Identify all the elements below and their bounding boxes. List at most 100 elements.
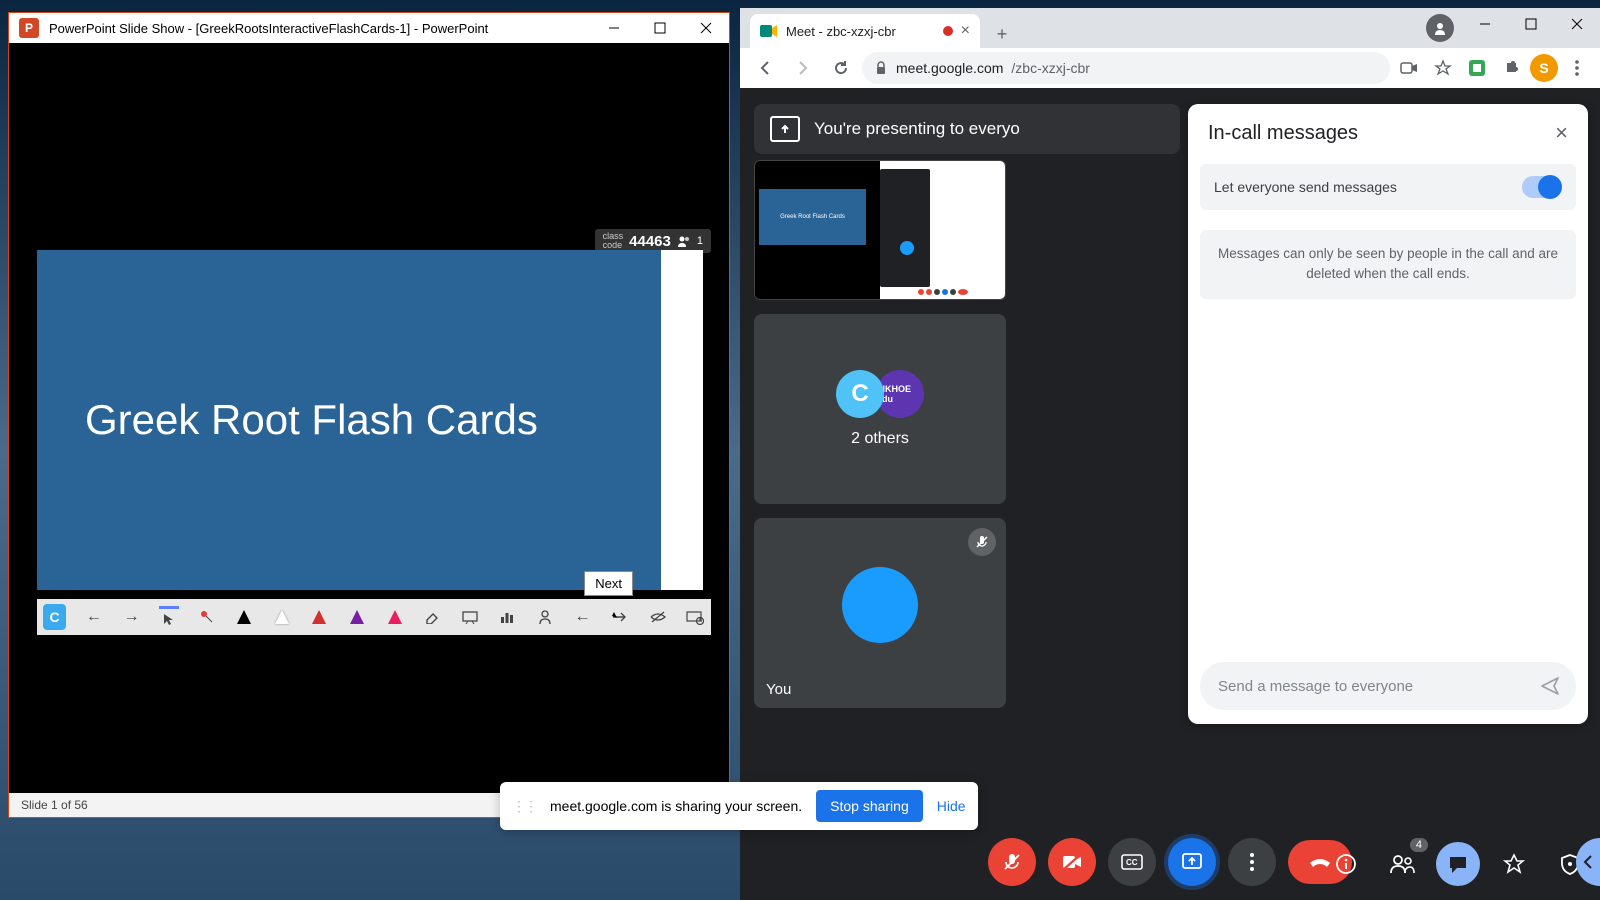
hide-tool[interactable] — [648, 606, 668, 628]
more-options-button[interactable] — [1228, 838, 1276, 886]
drag-handle-icon[interactable]: ⋮⋮ — [512, 798, 536, 815]
chat-input[interactable] — [1218, 678, 1532, 695]
restart-tool[interactable] — [685, 606, 705, 628]
new-tab-button[interactable]: + — [988, 20, 1016, 48]
chrome-profile-avatar[interactable]: S — [1530, 54, 1558, 82]
whiteboard-tool[interactable] — [460, 606, 480, 628]
chrome-window-controls — [1462, 8, 1600, 40]
chrome-minimize-button[interactable] — [1462, 8, 1508, 40]
presentation-thumbnail[interactable]: Greek Root Flash Cards — [754, 160, 1006, 300]
arrow-right-tool[interactable] — [610, 606, 630, 628]
url-host: meet.google.com — [896, 60, 1003, 76]
extensions-puzzle-icon[interactable] — [1496, 53, 1526, 83]
chrome-maximize-button[interactable] — [1508, 8, 1554, 40]
pen-pink[interactable] — [385, 606, 405, 628]
share-bar-text: meet.google.com is sharing your screen. — [550, 798, 802, 814]
minimize-button[interactable] — [591, 13, 637, 43]
extension-green-icon[interactable] — [1462, 53, 1492, 83]
laser-tool[interactable] — [197, 606, 217, 628]
slideshow-stage[interactable]: classcode 44463 1 Greek Root Flash Cards… — [9, 43, 729, 787]
chat-permission-toggle[interactable] — [1522, 176, 1562, 198]
send-button[interactable] — [1532, 668, 1568, 704]
presentation-toolbar: C ← → ← — [37, 599, 711, 635]
self-mic-muted-icon — [968, 528, 996, 556]
powerpoint-window-title: PowerPoint Slide Show - [GreekRootsInter… — [49, 21, 591, 36]
pen-purple[interactable] — [347, 606, 367, 628]
self-tile[interactable]: You — [754, 518, 1006, 708]
self-label: You — [766, 681, 791, 698]
maximize-button[interactable] — [637, 13, 683, 43]
classpoint-app-icon[interactable]: C — [43, 604, 66, 630]
meet-stage: You're presenting to everyo Greek Root F… — [740, 88, 1600, 900]
powerpoint-window-controls — [591, 13, 729, 43]
pen-red[interactable] — [310, 606, 330, 628]
participant-avatar-1: C — [836, 370, 884, 418]
prev-slide-button[interactable]: ← — [84, 606, 104, 628]
chat-panel: In-call messages × Let everyone send mes… — [1188, 104, 1588, 724]
activities-button[interactable] — [1492, 842, 1536, 886]
screen-share-bar: ⋮⋮ meet.google.com is sharing your scree… — [500, 782, 978, 830]
tab-close-button[interactable]: × — [961, 22, 970, 40]
profile-switcher[interactable] — [1426, 14, 1454, 42]
slide-content: Greek Root Flash Cards — [37, 250, 661, 590]
next-slide-button[interactable]: → — [122, 606, 142, 628]
arrow-left-tool[interactable]: ← — [573, 606, 593, 628]
pick-name-tool[interactable] — [535, 606, 555, 628]
bookmark-star-icon[interactable] — [1428, 53, 1458, 83]
attendee-count: 1 — [697, 235, 703, 247]
recording-indicator-icon — [943, 26, 953, 36]
stop-sharing-button[interactable]: Stop sharing — [816, 790, 923, 822]
people-count-badge: 4 — [1410, 838, 1428, 852]
slide-title-text: Greek Root Flash Cards — [37, 396, 538, 444]
chrome-toolbar: meet.google.com/zbc-xzxj-cbr S — [740, 48, 1600, 88]
address-bar[interactable]: meet.google.com/zbc-xzxj-cbr — [862, 52, 1390, 84]
others-count-label: 2 others — [851, 430, 909, 448]
browser-tab-meet[interactable]: Meet - zbc-xzxj-cbr × — [750, 14, 980, 48]
chat-header: In-call messages × — [1188, 104, 1588, 156]
chat-messages-area — [1188, 311, 1588, 653]
meeting-info-button[interactable] — [1324, 842, 1368, 886]
url-path: /zbc-xzxj-cbr — [1011, 60, 1090, 76]
poll-tool[interactable] — [498, 606, 518, 628]
eraser-tool[interactable] — [422, 606, 442, 628]
present-button[interactable] — [1168, 838, 1216, 886]
people-button[interactable]: 4 — [1380, 842, 1424, 886]
powerpoint-titlebar: P PowerPoint Slide Show - [GreekRootsInt… — [9, 13, 729, 43]
chrome-window: Meet - zbc-xzxj-cbr × + meet.google.com/… — [740, 8, 1600, 900]
pen-black[interactable] — [234, 606, 254, 628]
captions-button[interactable]: CC — [1108, 838, 1156, 886]
pointer-tool[interactable] — [159, 606, 179, 628]
svg-text:CC: CC — [1126, 858, 1138, 867]
class-code-label: classcode — [603, 232, 624, 250]
thumb-slide-text: Greek Root Flash Cards — [780, 214, 845, 220]
people-icon — [677, 235, 691, 247]
chrome-menu-button[interactable] — [1562, 53, 1592, 83]
camera-toggle-button[interactable] — [1048, 838, 1096, 886]
chat-close-button[interactable]: × — [1555, 120, 1568, 146]
meet-favicon-icon — [760, 22, 778, 40]
tab-title: Meet - zbc-xzxj-cbr — [786, 24, 896, 39]
presenting-text: You're presenting to everyo — [814, 119, 1020, 139]
chat-toggle-label: Let everyone send messages — [1214, 179, 1397, 195]
forward-button[interactable] — [786, 51, 820, 85]
chat-button[interactable] — [1436, 842, 1480, 886]
present-screen-icon — [770, 116, 800, 142]
back-button[interactable] — [748, 51, 782, 85]
chat-title: In-call messages — [1208, 122, 1358, 145]
pen-white[interactable] — [272, 606, 292, 628]
meet-controls-right: 4 — [1324, 842, 1592, 886]
class-code-value: 44463 — [629, 233, 671, 250]
powerpoint-app-icon: P — [19, 18, 39, 38]
chrome-close-button[interactable] — [1554, 8, 1600, 40]
powerpoint-window: P PowerPoint Slide Show - [GreekRootsInt… — [8, 12, 730, 818]
close-button[interactable] — [683, 13, 729, 43]
camera-permission-icon[interactable] — [1394, 53, 1424, 83]
mic-toggle-button[interactable] — [988, 838, 1036, 886]
next-tooltip: Next — [584, 571, 633, 596]
participants-tile[interactable]: C INKHOE Edu 2 others — [754, 314, 1006, 504]
hide-share-bar-button[interactable]: Hide — [937, 798, 966, 814]
reload-button[interactable] — [824, 51, 858, 85]
chat-info-banner: Messages can only be seen by people in t… — [1200, 230, 1576, 299]
slide-counter: Slide 1 of 56 — [21, 798, 88, 812]
self-avatar — [842, 567, 918, 643]
